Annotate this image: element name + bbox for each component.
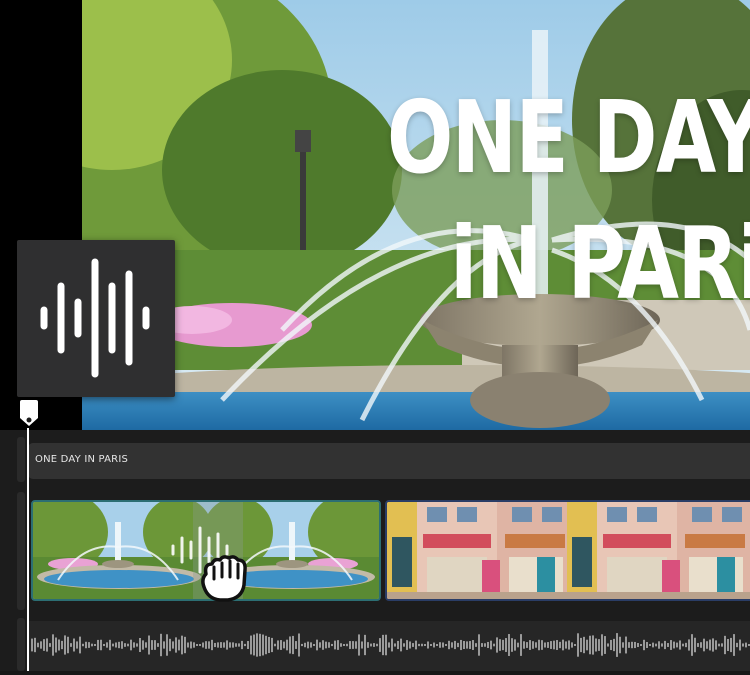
- title-line-2[interactable]: iN PARiS: [450, 214, 750, 314]
- audio-element-tile[interactable]: [17, 240, 175, 397]
- text-track-gutter: [17, 437, 25, 482]
- text-track-clip[interactable]: ONE DAY IN PARIS: [28, 443, 750, 479]
- video-clip-paris-street[interactable]: [385, 500, 750, 601]
- audio-track-clip[interactable]: [28, 621, 750, 671]
- video-track-gutter: [17, 492, 25, 610]
- video-preview[interactable]: ONE DAY iN PARiS: [82, 0, 750, 430]
- audio-waveform: [31, 633, 750, 657]
- audio-track-gutter: [17, 618, 25, 671]
- title-line-1[interactable]: ONE DAY: [387, 88, 750, 188]
- street-clip-thumbnails: [387, 502, 750, 599]
- audio-waveform-icon: [40, 258, 150, 378]
- text-track-label: ONE DAY IN PARIS: [35, 454, 129, 465]
- grab-hand-cursor-icon: [201, 555, 247, 602]
- playhead-marker-icon[interactable]: [20, 400, 38, 428]
- playhead-line[interactable]: [27, 428, 29, 671]
